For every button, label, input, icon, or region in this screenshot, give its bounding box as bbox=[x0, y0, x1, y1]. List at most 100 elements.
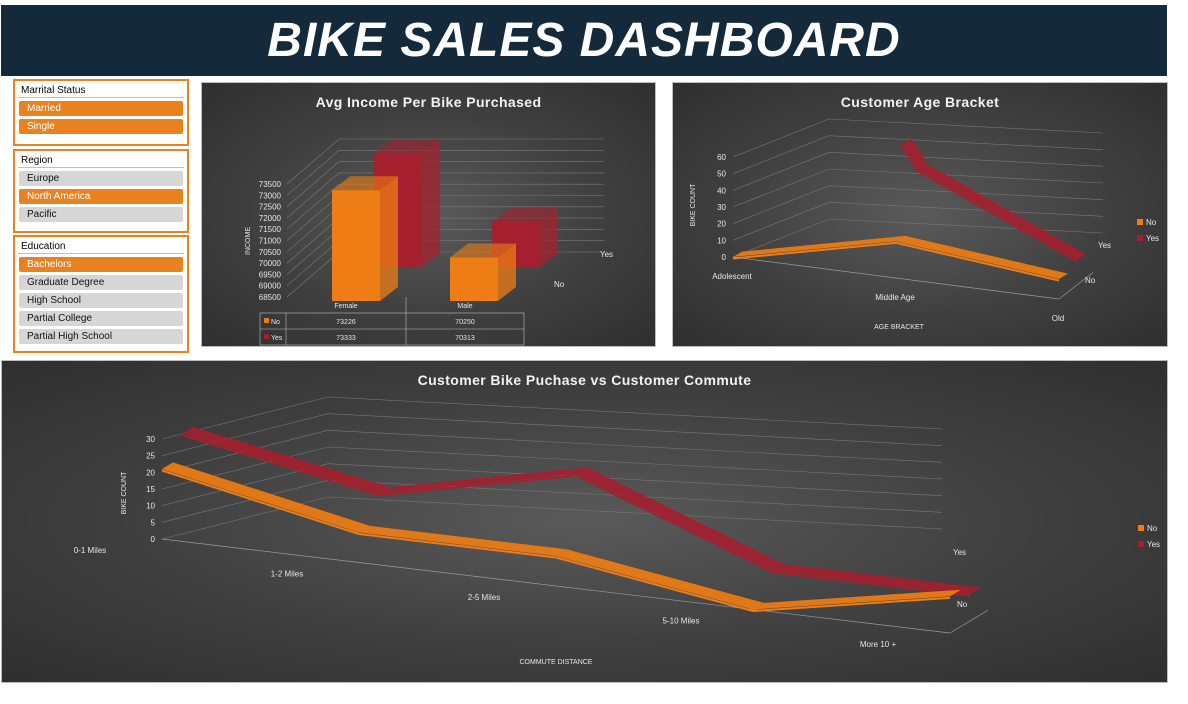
bar-side bbox=[422, 139, 440, 267]
y-tick-label: 0 bbox=[722, 253, 727, 262]
x-tick-label: 2-5 Miles bbox=[468, 593, 500, 602]
y-axis-label: BIKE COUNT bbox=[121, 471, 128, 515]
avg-income-chart-panel[interactable]: Avg Income Per Bike Purchased 73500 73000… bbox=[201, 82, 656, 347]
slicer-item-pacific[interactable]: Pacific bbox=[19, 207, 183, 222]
y-tick-label: 70000 bbox=[259, 259, 282, 268]
y-tick-label: 72000 bbox=[259, 214, 282, 223]
depth-label-yes: Yes bbox=[953, 548, 966, 557]
series-line-no bbox=[555, 556, 754, 612]
series-ribbon-yes bbox=[773, 564, 981, 595]
table-cell: 73226 bbox=[336, 319, 356, 326]
slicer-item-north-america[interactable]: North America bbox=[19, 189, 183, 204]
slicer-items: Bachelors Graduate Degree High School Parti… bbox=[15, 257, 187, 344]
y-tick-label: 69500 bbox=[259, 270, 282, 279]
table-cell: 70313 bbox=[455, 335, 475, 342]
gridline bbox=[161, 446, 943, 490]
legend-label: No bbox=[1146, 218, 1157, 227]
slicer-item-partial-high-school[interactable]: Partial High School bbox=[19, 329, 183, 344]
dashboard-header: BIKE SALES DASHBOARD bbox=[1, 5, 1167, 76]
legend-label: No bbox=[1147, 524, 1158, 533]
x-tick-label: 1-2 Miles bbox=[271, 570, 303, 579]
x-tick-label: 0-1 Miles bbox=[74, 546, 106, 555]
x-tick-label: More 10 + bbox=[860, 640, 897, 649]
slicer-title: Marrital Status bbox=[21, 85, 86, 96]
y-tick-label: 10 bbox=[717, 236, 726, 245]
depth-axis-line bbox=[949, 609, 989, 634]
y-tick-label: 20 bbox=[717, 220, 726, 229]
legend-label: Yes bbox=[1147, 540, 1160, 549]
x-tick-label: Old bbox=[1052, 314, 1064, 323]
gridline bbox=[161, 413, 943, 456]
age-bracket-chart-panel[interactable]: Customer Age Bracket 60 50 40 30 20 10 0 Adoles… bbox=[672, 82, 1168, 347]
y-tick-label: 60 bbox=[717, 153, 726, 162]
y-tick-label: 73000 bbox=[259, 191, 282, 200]
depth-label-yes: Yes bbox=[600, 250, 613, 259]
slicer-item-graduate-degree[interactable]: Graduate Degree bbox=[19, 275, 183, 290]
y-tick-label: 10 bbox=[146, 502, 155, 511]
legend-label: Yes bbox=[1146, 234, 1159, 243]
y-tick-label: 73500 bbox=[259, 180, 282, 189]
y-tick-label: 71500 bbox=[259, 225, 282, 234]
y-axis-label: INCOME bbox=[245, 227, 252, 255]
series-line-no bbox=[895, 241, 1060, 282]
slicer-item-high-school[interactable]: High School bbox=[19, 293, 183, 308]
slicer-item-single[interactable]: Single bbox=[19, 119, 183, 134]
slicer-item-bachelors[interactable]: Bachelors bbox=[19, 257, 183, 272]
y-tick-label: 20 bbox=[146, 468, 155, 477]
y-tick-label: 71000 bbox=[259, 237, 282, 246]
bar bbox=[332, 190, 380, 301]
slicer-items: Europe North America Pacific bbox=[15, 171, 187, 222]
y-tick-label: 69000 bbox=[259, 282, 282, 291]
slicer-items: Married Single bbox=[15, 101, 187, 134]
y-tick-label: 25 bbox=[146, 452, 155, 461]
series-ribbon-no bbox=[359, 525, 567, 556]
table-cell: 73333 bbox=[336, 335, 356, 342]
table-cell: 70250 bbox=[455, 319, 475, 326]
series-line-yes bbox=[575, 474, 774, 574]
divider bbox=[18, 167, 184, 168]
slicer-title: Education bbox=[21, 241, 66, 252]
y-tick-label: 30 bbox=[717, 203, 726, 212]
table-row-label: Yes bbox=[271, 335, 283, 342]
gridline bbox=[161, 396, 943, 440]
legend-swatch bbox=[264, 334, 269, 339]
legend-swatch bbox=[264, 318, 269, 323]
slicer-item-married[interactable]: Married bbox=[19, 101, 183, 116]
depth-label-no: No bbox=[957, 600, 968, 609]
x-axis-label: AGE BRACKET bbox=[874, 324, 925, 331]
legend-swatch bbox=[1137, 235, 1143, 241]
legend-swatch bbox=[1138, 541, 1144, 547]
age-bracket-chart: 60 50 40 30 20 10 0 Adolescent Middle Age Old BIKE… bbox=[690, 118, 1159, 331]
bar-side bbox=[380, 176, 398, 301]
x-axis-label: COMMUTE DISTANCE bbox=[520, 659, 593, 666]
y-axis-label: BIKE COUNT bbox=[690, 183, 697, 227]
avg-income-chart: 73500 73000 72500 72000 71500 71000 70500 70000… bbox=[245, 138, 613, 346]
commute-chart-panel[interactable]: Customer Bike Puchase vs Customer Commut… bbox=[1, 360, 1168, 683]
slicer-title: Region bbox=[21, 155, 53, 166]
y-tick-label: 40 bbox=[717, 186, 726, 195]
series-ribbon-yes bbox=[379, 467, 587, 494]
y-tick-label: 68500 bbox=[259, 293, 282, 302]
y-tick-label: 5 bbox=[151, 518, 156, 527]
y-tick-label: 30 bbox=[146, 435, 155, 444]
marital-status-slicer: Marrital Status Married Single bbox=[13, 79, 189, 146]
bar bbox=[450, 257, 498, 301]
slicer-item-europe[interactable]: Europe bbox=[19, 171, 183, 186]
depth-label-no: No bbox=[1085, 276, 1096, 285]
gridline bbox=[732, 185, 1104, 224]
region-slicer: Region Europe North America Pacific bbox=[13, 149, 189, 233]
x-tick-label: 5-10 Miles bbox=[663, 617, 700, 626]
table-row-label: No bbox=[271, 319, 280, 326]
y-tick-label: 70500 bbox=[259, 248, 282, 257]
gridline bbox=[732, 168, 1104, 208]
gridline bbox=[161, 430, 943, 473]
legend-swatch bbox=[1138, 525, 1144, 531]
depth-label-no: No bbox=[554, 280, 565, 289]
x-tick-label: Middle Age bbox=[875, 293, 915, 302]
y-tick-label: 50 bbox=[717, 170, 726, 179]
x-tick-label: Adolescent bbox=[712, 272, 752, 281]
divider bbox=[18, 253, 184, 254]
slicer-item-partial-college[interactable]: Partial College bbox=[19, 311, 183, 326]
divider bbox=[18, 97, 184, 98]
legend-swatch bbox=[1137, 219, 1143, 225]
